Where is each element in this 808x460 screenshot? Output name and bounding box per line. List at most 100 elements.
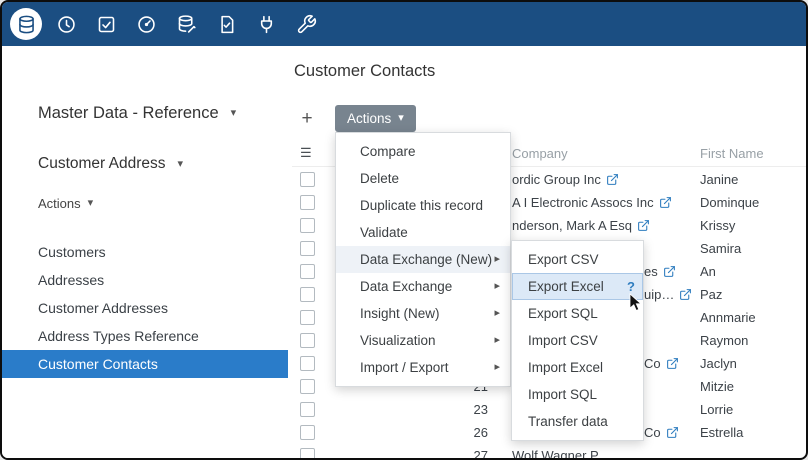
sidebar-item-address-types-reference[interactable]: Address Types Reference bbox=[2, 322, 288, 350]
plug-icon[interactable] bbox=[254, 12, 278, 36]
company-text: es bbox=[644, 260, 658, 283]
row-id: 26 bbox=[432, 421, 488, 444]
top-navigation-bar bbox=[2, 2, 806, 46]
external-link-icon[interactable] bbox=[606, 173, 619, 186]
submenu-item-import-excel[interactable]: Import Excel bbox=[512, 354, 643, 381]
row-checkbox[interactable] bbox=[300, 333, 315, 348]
company-text: uip… bbox=[644, 283, 674, 306]
submenu-arrow-icon: ▸ bbox=[494, 354, 500, 381]
first-name-cell: Samira bbox=[700, 237, 741, 260]
external-link-icon[interactable] bbox=[666, 357, 679, 370]
add-record-button[interactable]: + bbox=[293, 105, 321, 133]
row-checkbox[interactable] bbox=[300, 195, 315, 210]
company-text: nderson, Mark A Esq bbox=[512, 214, 632, 237]
model-selector-label: Master Data - Reference bbox=[38, 104, 219, 123]
submenu-item-transfer-data[interactable]: Transfer data bbox=[512, 408, 643, 435]
column-header-first-name[interactable]: First Name bbox=[700, 146, 764, 161]
model-selector[interactable]: Master Data - Reference ▾ bbox=[38, 104, 236, 123]
first-name-cell: Paz bbox=[700, 283, 722, 306]
row-checkbox[interactable] bbox=[300, 264, 315, 279]
wrench-icon[interactable] bbox=[294, 12, 318, 36]
company-text: A I Electronic Assocs Inc bbox=[512, 191, 654, 214]
company-cell: uip… bbox=[644, 283, 692, 306]
chevron-down-icon: ▾ bbox=[88, 198, 94, 209]
clock-icon[interactable] bbox=[54, 12, 78, 36]
menu-item-label: Data Exchange bbox=[360, 279, 452, 294]
first-name-cell: Lorrie bbox=[700, 398, 733, 421]
row-checkbox[interactable] bbox=[300, 310, 315, 325]
company-cell: es bbox=[644, 260, 676, 283]
app-window: Master Data - Reference ▾ Customer Addre… bbox=[0, 0, 808, 460]
menu-item-insight-new[interactable]: Insight (New) ▸ bbox=[336, 300, 510, 327]
external-link-icon[interactable] bbox=[663, 265, 676, 278]
row-checkbox[interactable] bbox=[300, 356, 315, 371]
document-check-icon[interactable] bbox=[214, 12, 238, 36]
table-columns-menu-icon[interactable]: ☰ bbox=[300, 145, 312, 161]
submenu-arrow-icon: ▸ bbox=[494, 273, 500, 300]
first-name-cell: Estrella bbox=[700, 421, 743, 444]
company-cell-tail: Co bbox=[644, 421, 679, 444]
submenu-item-import-csv[interactable]: Import CSV bbox=[512, 327, 643, 354]
first-name-cell: Mitzie bbox=[700, 375, 734, 398]
first-name-cell: An bbox=[700, 260, 716, 283]
entity-selector-label: Customer Address bbox=[38, 155, 166, 173]
column-header-company[interactable]: Company bbox=[512, 146, 568, 161]
actions-button-label: Actions bbox=[347, 111, 391, 126]
sidebar-item-customers[interactable]: Customers bbox=[2, 238, 288, 266]
company-text: Wolf Wagner P bbox=[512, 444, 599, 460]
row-id: 27 bbox=[432, 444, 488, 460]
menu-item-label: Visualization bbox=[360, 333, 436, 348]
sidebar-actions-dropdown[interactable]: Actions ▾ bbox=[38, 196, 93, 211]
submenu-arrow-icon: ▸ bbox=[494, 327, 500, 354]
gauge-icon[interactable] bbox=[134, 12, 158, 36]
menu-item-visualization[interactable]: Visualization ▸ bbox=[336, 327, 510, 354]
company-text: ordic Group Inc bbox=[512, 168, 601, 191]
page-title: Customer Contacts bbox=[294, 62, 435, 81]
company-cell: ordic Group Inc bbox=[512, 168, 619, 191]
entity-selector[interactable]: Customer Address ▾ bbox=[38, 155, 183, 173]
menu-item-data-exchange[interactable]: Data Exchange ▸ bbox=[336, 273, 510, 300]
sidebar-item-customer-contacts[interactable]: Customer Contacts bbox=[2, 350, 288, 378]
mouse-cursor-icon bbox=[629, 293, 643, 312]
menu-item-label: Import / Export bbox=[360, 360, 449, 375]
submenu-item-export-excel[interactable]: Export Excel ? bbox=[512, 273, 643, 300]
external-link-icon[interactable] bbox=[637, 219, 650, 232]
database-edit-icon[interactable] bbox=[174, 12, 198, 36]
row-checkbox[interactable] bbox=[300, 172, 315, 187]
sidebar-item-addresses[interactable]: Addresses bbox=[2, 266, 288, 294]
first-name-cell: Janine bbox=[700, 168, 738, 191]
external-link-icon[interactable] bbox=[666, 426, 679, 439]
menu-item-import-export[interactable]: Import / Export ▸ bbox=[336, 354, 510, 381]
row-checkbox[interactable] bbox=[300, 379, 315, 394]
external-link-icon[interactable] bbox=[659, 196, 672, 209]
sidebar-nav: Customers Addresses Customer Addresses A… bbox=[2, 238, 288, 378]
menu-item-delete[interactable]: Delete bbox=[336, 165, 510, 192]
submenu-item-import-sql[interactable]: Import SQL bbox=[512, 381, 643, 408]
database-icon[interactable] bbox=[10, 8, 42, 40]
row-checkbox[interactable] bbox=[300, 218, 315, 233]
submenu-item-export-sql[interactable]: Export SQL bbox=[512, 300, 643, 327]
row-checkbox[interactable] bbox=[300, 287, 315, 302]
row-checkbox[interactable] bbox=[300, 448, 315, 460]
submenu-item-export-csv[interactable]: Export CSV bbox=[512, 246, 643, 273]
menu-item-duplicate-record[interactable]: Duplicate this record bbox=[336, 192, 510, 219]
menu-item-data-exchange-new[interactable]: Data Exchange (New) ▸ bbox=[336, 246, 510, 273]
row-checkbox[interactable] bbox=[300, 402, 315, 417]
actions-menu: Compare Delete Duplicate this record Val… bbox=[335, 132, 511, 387]
first-name-cell: Annmarie bbox=[700, 306, 756, 329]
chevron-down-icon: ▾ bbox=[398, 113, 404, 124]
company-cell: Wolf Wagner P bbox=[512, 444, 599, 460]
sidebar-item-customer-addresses[interactable]: Customer Addresses bbox=[2, 294, 288, 322]
menu-item-label: Export Excel bbox=[528, 279, 604, 294]
row-id: 23 bbox=[432, 398, 488, 421]
table-row[interactable]: 27 Wolf Wagner P bbox=[292, 444, 806, 460]
row-checkbox[interactable] bbox=[300, 241, 315, 256]
actions-button[interactable]: Actions ▾ bbox=[335, 105, 416, 132]
company-text: Co bbox=[644, 421, 661, 444]
check-square-icon[interactable] bbox=[94, 12, 118, 36]
row-checkbox[interactable] bbox=[300, 425, 315, 440]
data-exchange-submenu: Export CSV Export Excel ? Export SQL Imp… bbox=[511, 240, 644, 441]
external-link-icon[interactable] bbox=[679, 288, 692, 301]
menu-item-compare[interactable]: Compare bbox=[336, 138, 510, 165]
menu-item-validate[interactable]: Validate bbox=[336, 219, 510, 246]
